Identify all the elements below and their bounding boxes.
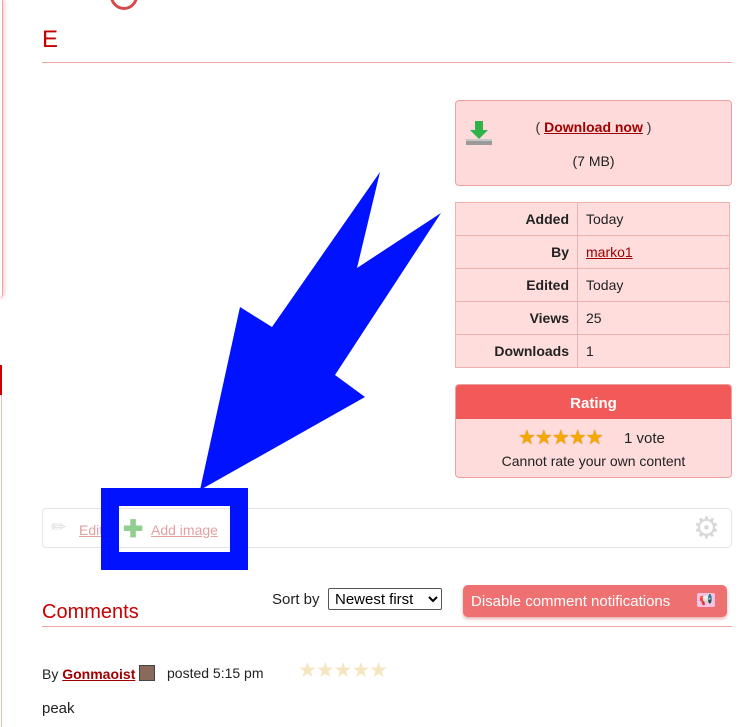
vote-count: 1 vote [624, 430, 665, 447]
comment-author-line: By Gonmaoist [42, 665, 156, 682]
page-title: E [42, 26, 59, 53]
info-value: 1 [577, 334, 730, 368]
info-key: Edited [455, 268, 578, 302]
table-row: Downloads 1 [455, 334, 730, 368]
info-key: Downloads [455, 334, 578, 368]
info-key: Added [455, 202, 578, 236]
sort-select[interactable]: Newest first [328, 588, 442, 610]
annotation-highlight-box [101, 488, 248, 570]
pencil-icon[interactable]: ✏ [51, 517, 66, 538]
comment-body: peak [42, 700, 75, 717]
info-value: Today [577, 268, 730, 302]
sort-label: Sort by [272, 591, 320, 608]
gear-icon[interactable]: ⚙ [693, 511, 720, 546]
paren-close: ) [646, 119, 652, 135]
comment-author-link[interactable]: Gonmaoist [62, 666, 135, 682]
comments-heading: Comments [42, 601, 139, 623]
table-row: Views 25 [455, 301, 730, 335]
notif-button-label: Disable comment notifications [471, 592, 671, 610]
table-row: Added Today [455, 202, 730, 236]
info-value: marko1 [577, 235, 730, 269]
download-line: ( Download now ) [456, 119, 731, 135]
by-label: By [42, 666, 59, 682]
paren-open: ( [535, 119, 541, 135]
disable-notifications-button[interactable]: Disable comment notifications 📢 [463, 585, 727, 617]
logo-fragment [104, 0, 144, 16]
left-divider [1, 395, 2, 727]
info-key: By [455, 235, 578, 269]
rating-box: Rating ★★★★★ 1 vote Cannot rate your own… [455, 384, 732, 478]
info-value: 25 [577, 301, 730, 335]
left-marker [0, 365, 2, 395]
file-size: (7 MB) [572, 153, 615, 169]
download-box: ( Download now ) (7 MB) [455, 100, 732, 186]
left-panel-edge [0, 0, 3, 298]
comment-timestamp: posted 5:15 pm [167, 665, 264, 681]
rating-heading: Rating [456, 385, 731, 419]
comments-divider [42, 626, 732, 627]
author-link[interactable]: marko1 [586, 244, 633, 260]
rating-note: Cannot rate your own content [501, 453, 686, 469]
avatar[interactable] [139, 665, 156, 681]
megaphone-icon: 📢 [697, 593, 715, 607]
info-key: Views [455, 301, 578, 335]
download-now-link[interactable]: Download now [544, 119, 643, 135]
file-info-table: Added Today By marko1 Edited Today Views… [455, 202, 730, 368]
info-value: Today [577, 202, 730, 236]
comment-star-icon[interactable]: ★★★★★ [298, 658, 388, 683]
title-divider [42, 62, 732, 63]
edit-link[interactable]: Edit [79, 522, 103, 538]
table-row: By marko1 [455, 235, 730, 269]
star-rating-icon: ★★★★★ [518, 427, 604, 449]
table-row: Edited Today [455, 268, 730, 302]
